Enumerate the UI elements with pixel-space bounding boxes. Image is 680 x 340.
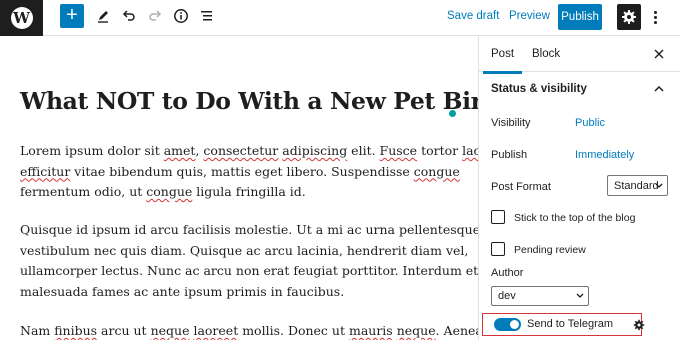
text-run: mollis. Donec ut bbox=[238, 323, 349, 338]
misspelled-word: finibus bbox=[54, 323, 98, 338]
paragraph-line: malesuada fames ac ante ipsum primis in … bbox=[20, 282, 450, 303]
text-run: Quisque id ipsum id arcu facilisis moles… bbox=[20, 222, 478, 237]
telegram-settings-gear-icon[interactable] bbox=[633, 319, 645, 331]
misspelled-word: neque bbox=[396, 323, 436, 338]
pending-review-label: Pending review bbox=[514, 244, 586, 256]
sidebar-tabs: Post Block bbox=[479, 36, 680, 74]
undo-icon bbox=[122, 10, 135, 21]
wordpress-logo-letter: W bbox=[13, 9, 30, 27]
misspelled-word: adipiscing bbox=[282, 143, 348, 158]
wordpress-logo[interactable]: W bbox=[0, 0, 43, 36]
redo-icon bbox=[149, 10, 162, 21]
misspelled-word: lacus bbox=[462, 143, 478, 158]
paragraph-line: ullamcorper lectus. Nunc ac arcu non era… bbox=[20, 261, 478, 282]
paragraph-line: fermentum odio, ut congue ligula fringil… bbox=[20, 182, 450, 203]
author-label: Author bbox=[491, 267, 524, 279]
chevron-down-icon bbox=[576, 293, 584, 298]
text-run: . Aenean bbox=[435, 323, 478, 338]
settings-button[interactable] bbox=[617, 4, 641, 30]
text-run: elit. bbox=[347, 143, 380, 158]
tools-button[interactable] bbox=[91, 4, 115, 28]
misspelled-word: neque bbox=[150, 323, 190, 338]
misspelled-word: amet bbox=[163, 143, 196, 158]
paragraph-block[interactable]: Quisque id ipsum id arcu facilisis moles… bbox=[20, 220, 478, 303]
send-to-telegram-row: Send to Telegram bbox=[482, 313, 642, 336]
chevron-down-icon bbox=[655, 183, 663, 188]
redo-button[interactable] bbox=[143, 4, 167, 28]
text-run: arcu ut bbox=[97, 323, 151, 338]
paragraph-line: vestibulum nec quis diam. Quisque ac arc… bbox=[20, 241, 468, 262]
sticky-label: Stick to the top of the blog bbox=[514, 212, 636, 224]
settings-sidebar: Post Block Status & visibility Visibilit… bbox=[478, 36, 680, 340]
preview-button[interactable]: Preview bbox=[509, 10, 550, 22]
paragraph-block[interactable]: Lorem ipsum dolor sit amet, consectetur … bbox=[20, 141, 478, 203]
publish-label: Publish bbox=[491, 149, 528, 161]
cursor-marker bbox=[449, 110, 456, 117]
text-run: Nam bbox=[20, 323, 55, 338]
text-run: vestibulum nec quis diam. Quisque ac arc… bbox=[20, 242, 469, 258]
gear-icon bbox=[622, 10, 636, 24]
more-options-button[interactable] bbox=[648, 6, 662, 28]
undo-button[interactable] bbox=[117, 4, 141, 28]
sticky-checkbox[interactable] bbox=[491, 210, 505, 224]
pending-review-checkbox[interactable] bbox=[491, 242, 505, 256]
info-icon bbox=[174, 9, 188, 23]
misspelled-word: efficitur bbox=[20, 163, 71, 179]
paragraph-line: Nam finibus arcu ut neque laoreet mollis… bbox=[20, 321, 478, 340]
misspelled-word: laoreet bbox=[193, 323, 239, 338]
details-button[interactable] bbox=[169, 4, 193, 28]
publish-button[interactable]: Publish bbox=[558, 4, 602, 30]
text-run: Lorem ipsum dolor sit bbox=[20, 143, 164, 158]
visibility-value-link[interactable]: Public bbox=[575, 117, 605, 129]
status-visibility-panel-title[interactable]: Status & visibility bbox=[491, 83, 587, 95]
misspelled-word: congue bbox=[146, 184, 193, 199]
post-format-value: Standard bbox=[614, 179, 659, 192]
list-view-icon bbox=[201, 11, 212, 21]
more-vertical-icon bbox=[653, 10, 657, 24]
text-run: tortor bbox=[417, 143, 463, 158]
paragraph-line: Lorem ipsum dolor sit amet, consectetur … bbox=[20, 141, 478, 162]
close-icon bbox=[654, 49, 664, 59]
misspelled-word: Fusce bbox=[379, 143, 418, 158]
wordpress-icon: W bbox=[10, 7, 33, 29]
paragraph-line: efficitur vitae bibendum quis, mattis eg… bbox=[20, 162, 460, 183]
text-run: ligula fringilla id. bbox=[192, 184, 306, 199]
post-title[interactable]: What NOT to Do With a New Pet Bird bbox=[20, 87, 478, 115]
misspelled-word: congue bbox=[413, 163, 460, 179]
text-run: malesuada fames ac ante ipsum primis in … bbox=[20, 283, 345, 299]
post-format-label: Post Format bbox=[491, 181, 551, 193]
editor-canvas: What NOT to Do With a New Pet Bird Lorem… bbox=[0, 37, 478, 340]
send-to-telegram-toggle[interactable] bbox=[494, 318, 521, 331]
save-draft-button[interactable]: Save draft bbox=[447, 10, 499, 22]
paragraph-block[interactable]: Nam finibus arcu ut neque laoreet mollis… bbox=[20, 321, 478, 340]
list-view-button[interactable] bbox=[195, 4, 219, 28]
editor-toolbar: W + Save draft Preview Publish bbox=[0, 0, 680, 36]
text-run: fermentum odio, ut bbox=[20, 184, 147, 199]
close-sidebar-button[interactable] bbox=[654, 46, 664, 62]
plus-icon: + bbox=[66, 4, 78, 26]
tab-post[interactable]: Post bbox=[482, 48, 523, 74]
misspelled-word: mauris bbox=[348, 323, 393, 338]
chevron-up-icon[interactable] bbox=[653, 83, 665, 95]
text-run: vitae bibendum quis, mattis eget libero.… bbox=[70, 163, 414, 179]
send-to-telegram-label: Send to Telegram bbox=[527, 318, 614, 330]
tab-block[interactable]: Block bbox=[532, 48, 560, 60]
pencil-icon bbox=[98, 11, 108, 23]
visibility-label: Visibility bbox=[491, 117, 531, 129]
misspelled-word: consectetur bbox=[203, 143, 279, 158]
post-format-select[interactable]: Standard bbox=[607, 175, 668, 196]
publish-date-link[interactable]: Immediately bbox=[575, 149, 634, 161]
paragraph-line: Quisque id ipsum id arcu facilisis moles… bbox=[20, 220, 478, 241]
author-select[interactable]: dev bbox=[491, 286, 589, 306]
text-run: ullamcorper lectus. Nunc ac arcu non era… bbox=[20, 263, 478, 278]
block-inserter-button[interactable]: + bbox=[60, 4, 84, 28]
author-value: dev bbox=[498, 290, 516, 302]
